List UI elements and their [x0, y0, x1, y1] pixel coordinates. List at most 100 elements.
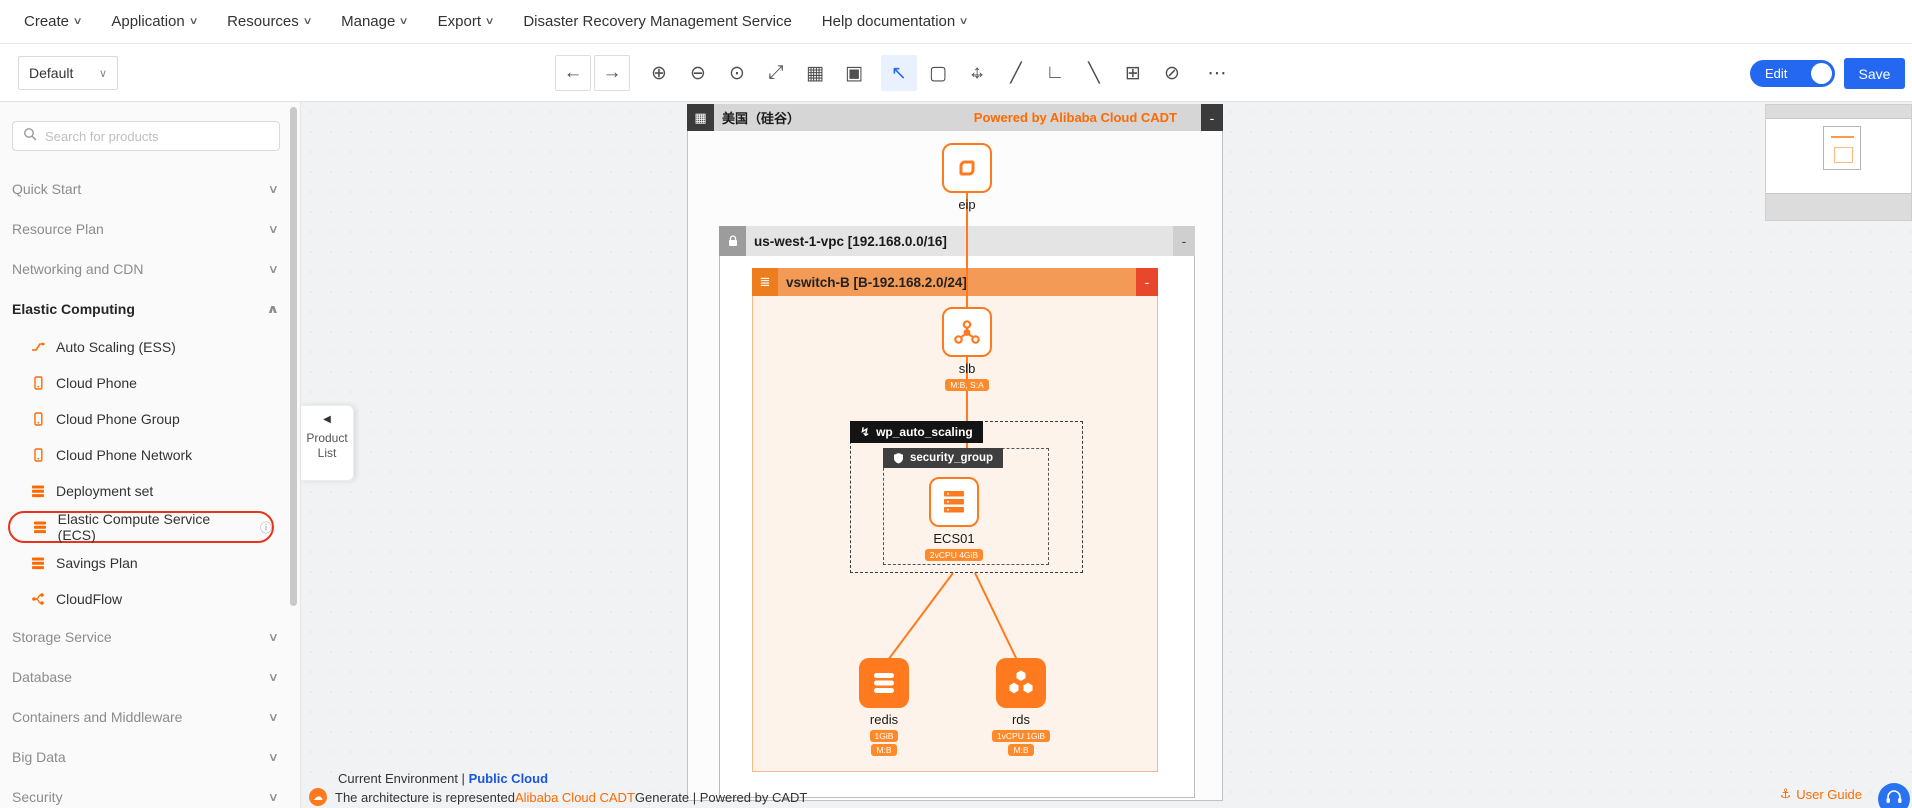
- region-collapse-button[interactable]: -: [1201, 104, 1223, 131]
- disable-tool-button[interactable]: ⊘: [1154, 55, 1190, 91]
- menu-item-help-documentation[interactable]: Help documentation ∨: [822, 13, 969, 30]
- sidebar-section-resource-plan[interactable]: Resource Plan ∨: [12, 209, 280, 249]
- menu-label: Create: [24, 13, 70, 30]
- environment-value: Public Cloud: [468, 771, 549, 786]
- edit-mode-toggle[interactable]: Edit: [1750, 60, 1835, 87]
- sidebar-section-security[interactable]: Security ∨: [12, 777, 280, 808]
- product-handle-label-2: List: [317, 446, 337, 460]
- sidebar-section-big-data[interactable]: Big Data ∨: [12, 737, 279, 777]
- expand-button[interactable]: ⤢: [758, 55, 794, 91]
- menu-item-export[interactable]: Export ∨: [438, 13, 495, 30]
- sidebar-item-cloud-phone-group[interactable]: Cloud Phone Group: [0, 401, 300, 437]
- auto-scaling-group-label[interactable]: ↯ wp_auto_scaling: [850, 421, 983, 443]
- shield-icon: [893, 452, 904, 464]
- chevron-down-icon: ∨: [267, 262, 280, 276]
- user-guide-label: User Guide: [1796, 786, 1862, 802]
- arch-suffix: Generate | Powered by CADT: [634, 789, 808, 805]
- chevron-down-icon: ∨: [267, 222, 280, 236]
- toolbar: Default ∨ ← → ⊕ ⊖ ⊙ ⤢ ▦ ▣ ↖ ▢ ↔ ↕ ╱ ∟ ╲ …: [0, 44, 1912, 102]
- chevron-down-icon: ∨: [267, 182, 280, 196]
- section-label: Database: [12, 669, 72, 685]
- redis-icon[interactable]: [859, 658, 909, 708]
- chevron-down-icon: ∨: [484, 16, 495, 27]
- chevron-down-icon: ∨: [267, 790, 280, 804]
- fullscreen-button[interactable]: ▣: [836, 55, 872, 91]
- sidebar-scrollbar[interactable]: [290, 107, 297, 606]
- sidebar-item-cloud-phone[interactable]: Cloud Phone: [0, 365, 300, 401]
- eip-icon[interactable]: [942, 143, 992, 193]
- move-tool-button[interactable]: ↔ ↕: [959, 55, 995, 91]
- search-input[interactable]: [45, 128, 269, 144]
- cadt-link[interactable]: Alibaba Cloud CADT: [515, 790, 635, 805]
- redo-button[interactable]: →: [594, 55, 630, 91]
- zoom-reset-button[interactable]: ⊙: [719, 55, 755, 91]
- rds-icon[interactable]: [996, 658, 1046, 708]
- cadt-cloud-icon: ☁: [309, 788, 327, 806]
- layout-grid-button[interactable]: ▦: [797, 55, 833, 91]
- region-header[interactable]: ▦ 美国（硅谷） Powered by Alibaba Cloud CADT -: [687, 104, 1223, 131]
- scene-select-value: Default: [29, 65, 74, 81]
- menu-label: Manage: [341, 13, 396, 30]
- item-label: Cloud Phone: [56, 375, 137, 391]
- security-group-label[interactable]: security_group: [883, 448, 1004, 468]
- undo-button[interactable]: ←: [555, 55, 591, 91]
- chevron-down-icon: ∨: [98, 67, 107, 80]
- menu-item-create[interactable]: Create ∨: [24, 13, 83, 30]
- line-tool-button[interactable]: ╱: [998, 55, 1034, 91]
- ecs01-icon[interactable]: [929, 477, 979, 527]
- scene-select[interactable]: Default ∨: [18, 56, 118, 90]
- pointer-tool-button[interactable]: ↖: [881, 55, 917, 91]
- architecture-canvas[interactable]: ▦ 美国（硅谷） Powered by Alibaba Cloud CADT -…: [301, 102, 1912, 808]
- zoom-out-button[interactable]: ⊖: [680, 55, 716, 91]
- add-node-button[interactable]: ⊞: [1115, 55, 1151, 91]
- vpc-collapse-button[interactable]: -: [1173, 226, 1195, 256]
- product-list-collapse-handle[interactable]: ◀ Product List: [301, 405, 354, 481]
- vpc-header[interactable]: us-west-1-vpc [192.168.0.0/16] -: [719, 226, 1195, 256]
- info-icon[interactable]: ⓘ: [260, 519, 272, 536]
- sidebar-item-auto-scaling-ess[interactable]: Auto Scaling (ESS): [0, 329, 300, 365]
- section-label: Security: [12, 789, 63, 805]
- zone-badge: M:B: [1008, 744, 1034, 756]
- sidebar-section-storage-service[interactable]: Storage Service ∨: [12, 617, 279, 657]
- sidebar-item-deployment-set[interactable]: Deployment set: [0, 473, 300, 509]
- menu-item-disaster-recovery[interactable]: Disaster Recovery Management Service: [523, 13, 791, 30]
- product-search[interactable]: [12, 121, 280, 151]
- menu-item-application[interactable]: Application ∨: [111, 13, 199, 30]
- toggle-knob: [1811, 63, 1832, 84]
- edit-toggle-label: Edit: [1765, 66, 1788, 81]
- auto-scaling-icon: [30, 339, 46, 355]
- sidebar-section-elastic-computing[interactable]: Elastic Computing ∧: [12, 289, 279, 329]
- section-label: Storage Service: [12, 629, 112, 645]
- chevron-down-icon: ∨: [188, 16, 199, 27]
- assistant-button[interactable]: [1878, 783, 1910, 808]
- menu-item-resources[interactable]: Resources ∨: [227, 13, 312, 30]
- chevron-down-icon: ∨: [267, 670, 280, 684]
- sidebar-section-containers-middleware[interactable]: Containers and Middleware ∨: [12, 697, 279, 737]
- minimap[interactable]: [1765, 104, 1912, 221]
- vswitch-header[interactable]: ≣ vswitch-B [B-192.168.2.0/24] -: [752, 268, 1158, 296]
- elbow-connector-button[interactable]: ∟: [1037, 55, 1073, 91]
- group-label-text: security_group: [910, 452, 994, 464]
- marquee-select-button[interactable]: ▢: [920, 55, 956, 91]
- sidebar-item-cloudflow[interactable]: CloudFlow: [0, 581, 300, 617]
- region-grid-icon: ▦: [687, 104, 714, 131]
- sidebar-section-networking-cdn[interactable]: Networking and CDN ∨: [12, 249, 280, 289]
- lock-icon: [719, 226, 746, 256]
- node-badges: 1GiB M:B: [869, 730, 899, 756]
- user-guide-link[interactable]: ⚓ User Guide: [1780, 786, 1862, 802]
- menu-item-manage[interactable]: Manage ∨: [341, 13, 409, 30]
- straight-line-button[interactable]: ╲: [1076, 55, 1112, 91]
- vswitch-collapse-button[interactable]: -: [1136, 268, 1158, 296]
- save-button[interactable]: Save: [1844, 58, 1905, 89]
- slb-icon[interactable]: [942, 307, 992, 357]
- section-label: Containers and Middleware: [12, 709, 183, 725]
- node-rds: rds 1vCPU 1GiB M:B: [976, 658, 1066, 756]
- sidebar-section-database[interactable]: Database ∨: [12, 657, 280, 697]
- sidebar-item-cloud-phone-network[interactable]: Cloud Phone Network: [0, 437, 300, 473]
- sidebar-item-savings-plan[interactable]: Savings Plan: [0, 545, 300, 581]
- spec-badge: 1vCPU 1GiB: [991, 730, 1051, 742]
- zoom-in-button[interactable]: ⊕: [641, 55, 677, 91]
- sidebar-section-quick-start[interactable]: Quick Start ∨: [12, 169, 280, 209]
- sidebar-item-elastic-compute-service[interactable]: Elastic Compute Service (ECS) ⓘ: [8, 511, 274, 543]
- more-tools-button[interactable]: ⋯: [1199, 55, 1235, 91]
